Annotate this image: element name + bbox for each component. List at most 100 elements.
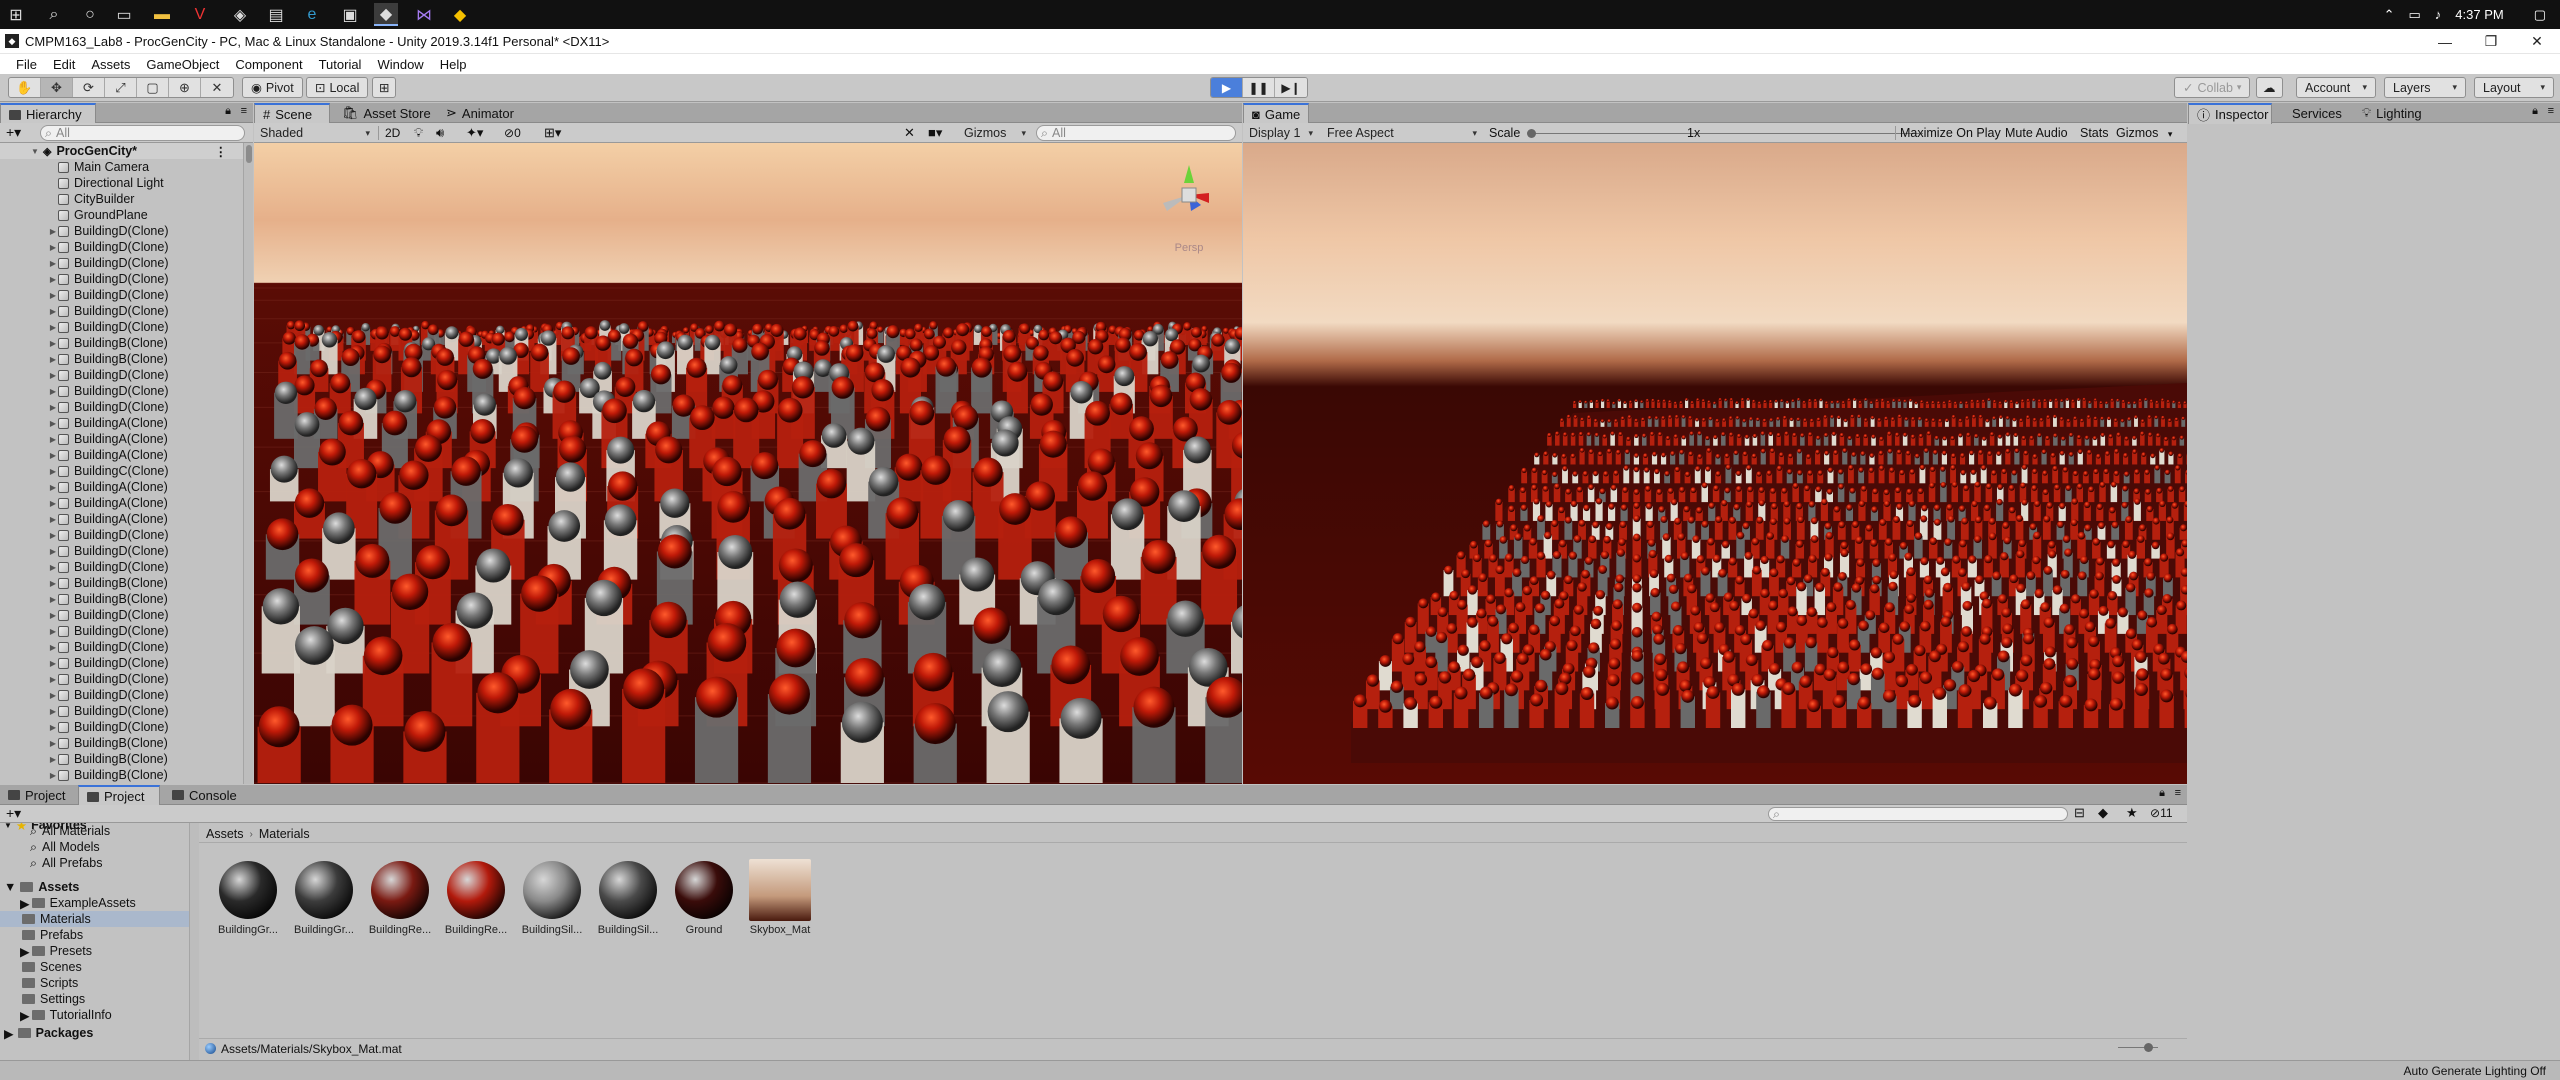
edge-icon[interactable]: e (300, 3, 324, 26)
menu-help[interactable]: Help (432, 57, 475, 72)
hierarchy-item[interactable]: ▶ BuildingD(Clone) (0, 527, 243, 543)
add-icon[interactable]: +▾ (6, 124, 21, 141)
chevron-right-icon[interactable]: ▶ (48, 579, 58, 588)
hierarchy-item[interactable]: ▶ BuildingB(Clone) (0, 591, 243, 607)
material-label[interactable]: Ground (669, 924, 739, 936)
hierarchy-item[interactable]: ▶ BuildingB(Clone) (0, 751, 243, 767)
app-icon[interactable]: ▣ (338, 3, 362, 26)
chevron-right-icon[interactable]: ▶ (48, 739, 58, 748)
hierarchy-item[interactable]: ▶ BuildingD(Clone) (0, 255, 243, 271)
panel-menu-icon[interactable]: ≡ (2548, 105, 2554, 117)
stats-toggle[interactable]: Stats (2080, 126, 2109, 140)
favorite-all-prefabs[interactable]: ⌕ All Prefabs (0, 855, 195, 871)
hierarchy-scroll-thumb[interactable] (246, 145, 252, 163)
hierarchy-item[interactable]: ▶ BuildingD(Clone) (0, 543, 243, 559)
game-gizmos-dropdown[interactable]: Gizmos ▾ (2116, 126, 2172, 140)
panel-menu-icon[interactable]: ≡ (241, 105, 247, 117)
layers-dropdown[interactable]: Layers ▾ (2384, 77, 2466, 98)
hierarchy-item[interactable]: ▶ BuildingD(Clone) (0, 383, 243, 399)
material-thumbnail[interactable] (523, 861, 581, 919)
tab-lighting[interactable]: 💡︎ Lighting (2354, 103, 2430, 123)
menu-edit[interactable]: Edit (45, 57, 83, 72)
lock-icon[interactable]: 🔒︎ (2532, 105, 2538, 118)
layout-dropdown[interactable]: Layout ▾ (2474, 77, 2554, 98)
step-icon[interactable]: ▶❙ (1275, 78, 1307, 97)
chevron-down-icon[interactable]: ▼ (30, 147, 40, 156)
chevron-right-icon[interactable]: ▶ (48, 499, 58, 508)
file-explorer-icon[interactable]: ▬ (150, 3, 174, 26)
hierarchy-item[interactable]: ▶ BuildingD(Clone) (0, 239, 243, 255)
hierarchy-item[interactable]: ▶ BuildingB(Clone) (0, 335, 243, 351)
tab-services[interactable]: Services (2284, 103, 2350, 123)
hierarchy-item[interactable]: ▶ BuildingD(Clone) (0, 287, 243, 303)
asset-folder-row[interactable]: ▶ TutorialInfo (0, 1007, 195, 1023)
panel-menu-icon[interactable]: ≡ (2175, 787, 2181, 799)
create-icon[interactable]: +▾ (6, 805, 21, 822)
hierarchy-item[interactable]: ▶ BuildingB(Clone) (0, 735, 243, 751)
material-label[interactable]: BuildingRe... (365, 924, 435, 936)
hand-tool-icon[interactable]: ✋ (9, 78, 41, 97)
hierarchy-item[interactable]: ▶ BuildingA(Clone) (0, 495, 243, 511)
play-icon[interactable]: ▶ (1211, 78, 1243, 97)
search-by-label-icon[interactable]: ◆ (2098, 805, 2108, 821)
tab-console[interactable]: Console (164, 785, 245, 805)
asset-folder-row[interactable]: Scenes (0, 959, 195, 975)
hierarchy-item[interactable]: CityBuilder (0, 191, 243, 207)
vivaldi-icon[interactable]: V (188, 3, 212, 26)
task-view-icon[interactable]: ▭ (112, 3, 136, 26)
search-icon[interactable]: ⌕ (42, 3, 66, 26)
chevron-right-icon[interactable]: ▶ (48, 243, 58, 252)
material-label[interactable]: BuildingRe... (441, 924, 511, 936)
menu-assets[interactable]: Assets (83, 57, 138, 72)
hierarchy-item[interactable]: ▶ BuildingD(Clone) (0, 367, 243, 383)
move-tool-icon[interactable]: ✥ (41, 78, 73, 97)
shading-mode-dropdown[interactable]: Shaded ▾ (256, 125, 374, 141)
breadcrumb-assets[interactable]: Assets (206, 827, 244, 841)
chevron-down-icon[interactable]: ▼ (4, 880, 16, 894)
menu-window[interactable]: Window (369, 57, 431, 72)
tab-project-2[interactable]: Project (78, 785, 160, 806)
notification-icon[interactable]: ▢ (2534, 7, 2546, 23)
effects-toggle-icon[interactable]: ✦▾ (466, 125, 483, 141)
chevron-right-icon[interactable]: ▶ (48, 307, 58, 316)
camera-icon[interactable]: ■▾ (928, 125, 942, 141)
hierarchy-item[interactable]: ▶ BuildingA(Clone) (0, 447, 243, 463)
aspect-dropdown[interactable]: Free Aspect ▾ (1323, 125, 1481, 141)
audio-toggle-icon[interactable]: 🔊︎ (436, 125, 444, 141)
project-search-input[interactable]: ⌕ (1768, 807, 2068, 821)
unity-hub-icon[interactable]: ◈ (228, 3, 252, 26)
visual-studio-icon[interactable]: ⋈ (412, 3, 436, 26)
chevron-right-icon[interactable]: ▶ (48, 419, 58, 428)
git-icon[interactable]: ◆ (448, 3, 472, 26)
scene-viewport[interactable]: Persp (254, 143, 1242, 784)
scale-slider[interactable] (1527, 129, 1923, 138)
hierarchy-scrollbar[interactable] (243, 143, 253, 784)
chevron-right-icon[interactable]: ▶ (48, 755, 58, 764)
material-thumbnail[interactable] (749, 859, 811, 921)
packages-row[interactable]: ▶ Packages (0, 1025, 195, 1041)
favorite-all-models[interactable]: ⌕ All Models (0, 839, 195, 855)
tab-game[interactable]: ◙ Game (1243, 103, 1309, 124)
tab-project-1[interactable]: Project (0, 785, 73, 805)
volume-icon[interactable]: ♪ (2435, 7, 2442, 22)
tab-scene[interactable]: # Scene (254, 103, 330, 124)
pause-icon[interactable]: ❚❚ (1243, 78, 1275, 97)
hierarchy-item[interactable]: ▶ BuildingD(Clone) (0, 607, 243, 623)
hierarchy-item[interactable]: ▶ BuildingD(Clone) (0, 671, 243, 687)
chevron-right-icon[interactable]: ▶ (48, 259, 58, 268)
hierarchy-item[interactable]: Main Camera (0, 159, 243, 175)
lock-icon[interactable]: 🔒︎ (225, 105, 231, 118)
document-icon[interactable]: ▤ (264, 3, 288, 26)
minimize-icon[interactable]: — (2422, 29, 2468, 54)
hierarchy-item[interactable]: ▶ BuildingD(Clone) (0, 559, 243, 575)
network-icon[interactable]: ▭ (2408, 7, 2420, 23)
chevron-right-icon[interactable]: ▶ (48, 227, 58, 236)
scene-search-input[interactable]: ⌕ All (1036, 125, 1236, 141)
collab-button[interactable]: ✓ Collab ▾ (2174, 77, 2251, 98)
material-label[interactable]: BuildingSil... (593, 924, 663, 936)
hierarchy-search-input[interactable]: ⌕ All (40, 125, 245, 141)
chevron-right-icon[interactable]: ▶ (48, 371, 58, 380)
display-dropdown[interactable]: Display 1 ▾ (1245, 125, 1317, 141)
search-by-type-icon[interactable]: ⊟ (2074, 805, 2085, 821)
material-label[interactable]: BuildingGr... (289, 924, 359, 936)
